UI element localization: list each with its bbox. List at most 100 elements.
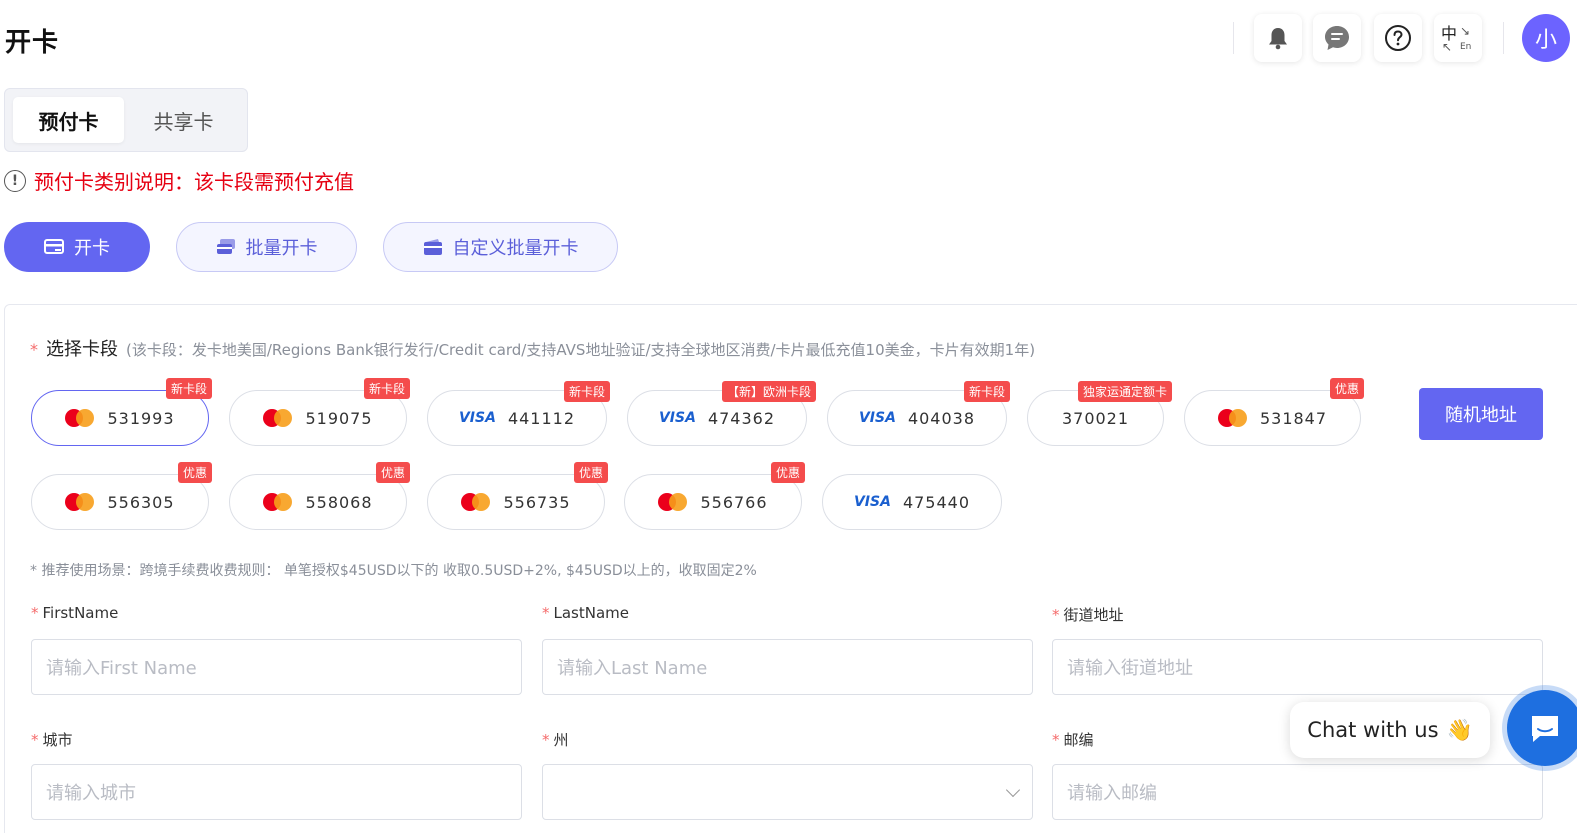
state-label-text: 州 (553, 731, 569, 749)
street-address-label: * 街道地址 (1052, 604, 1124, 625)
card-bin-option-531847[interactable]: 531847 优惠 (1184, 378, 1364, 446)
card-bin-number: 404038 (907, 408, 976, 428)
card-bin-option-556305[interactable]: 556305 优惠 (31, 462, 212, 530)
card-bin-option-474362[interactable]: VISA 474362 【新】欧洲卡段 (627, 381, 816, 446)
lang-arrow-bottom: ↖ (1442, 40, 1453, 54)
card-bin-option-556766[interactable]: 556766 优惠 (624, 462, 805, 530)
city-placeholder: 请输入城市 (46, 783, 136, 804)
custom-batch-open-card-button[interactable]: 自定义批量开卡 (383, 222, 618, 272)
mastercard-icon (65, 409, 95, 427)
card-bin-number: 474362 (707, 408, 776, 428)
visa-icon: VISA (858, 410, 896, 426)
chat-launcher-button[interactable] (1507, 690, 1577, 766)
card-bin-label: 选择卡段 (46, 339, 118, 360)
required-mark: * (31, 731, 39, 749)
card-bin-number: 531847 (1259, 408, 1328, 428)
card-bin-number: 370021 (1061, 408, 1130, 428)
card-bin-number: 556305 (107, 492, 175, 512)
first-name-label-text: FirstName (42, 604, 119, 622)
required-mark: * (31, 604, 39, 622)
card-bin-badge: 新卡段 (563, 381, 610, 402)
zip-code-label: * 邮编 (1052, 729, 1094, 750)
help-icon (1385, 25, 1411, 51)
city-label-text: 城市 (42, 731, 73, 749)
card-bin-option-475440[interactable]: VISA 475440 (822, 474, 1002, 530)
city-input[interactable]: 请输入城市 (31, 764, 522, 820)
notice-text: 预付卡类别说明：该卡段需预付充值 (34, 170, 354, 194)
card-bin-option-558068[interactable]: 558068 优惠 (229, 462, 410, 530)
open-card-label: 开卡 (74, 238, 110, 259)
open-card-button[interactable]: 开卡 (4, 222, 150, 272)
help-button[interactable] (1374, 14, 1422, 62)
required-mark: * (30, 340, 38, 359)
batch-open-card-button[interactable]: 批量开卡 (176, 222, 357, 272)
visa-icon: VISA (658, 410, 696, 426)
first-name-input[interactable]: 请输入First Name (31, 639, 522, 695)
zip-code-placeholder: 请输入邮编 (1067, 783, 1157, 804)
zip-code-label-text: 邮编 (1063, 731, 1094, 749)
avatar[interactable]: 小 (1522, 14, 1570, 62)
lang-en-glyph: En (1460, 42, 1472, 52)
card-bin-badge: 【新】欧洲卡段 (721, 381, 816, 402)
last-name-placeholder: 请输入Last Name (557, 658, 708, 679)
card-bin-badge: 优惠 (177, 462, 212, 483)
header-divider (1503, 22, 1504, 54)
message-button[interactable] (1313, 14, 1361, 62)
card-bin-badge: 新卡段 (165, 378, 212, 399)
chat-with-us-bubble[interactable]: Chat with us 👋 (1290, 702, 1490, 758)
language-icon: 中 ↘ ↖ En (1440, 20, 1476, 56)
first-name-label: * FirstName (31, 604, 118, 622)
card-bin-number: 556735 (503, 492, 571, 512)
notification-button[interactable] (1254, 14, 1302, 62)
last-name-input[interactable]: 请输入Last Name (542, 639, 1033, 695)
state-select[interactable] (542, 764, 1033, 820)
card-bin-section-label: * 选择卡段 (该卡段：发卡地美国/Regions Bank银行发行/Credi… (30, 335, 1035, 361)
required-mark: * (1052, 731, 1060, 749)
chat-icon (1532, 716, 1558, 742)
random-address-button[interactable]: 随机地址 (1419, 388, 1543, 440)
card-bin-option-370021[interactable]: 370021 独家运通定额卡 (1027, 381, 1172, 446)
card-bin-badge: 新卡段 (363, 378, 410, 399)
card-icon (44, 239, 64, 254)
mastercard-icon (65, 493, 95, 511)
last-name-label: * LastName (542, 604, 629, 622)
card-bin-number: 558068 (305, 492, 373, 512)
tab-prepaid-card[interactable]: 预付卡 (13, 97, 124, 143)
header-divider (1233, 22, 1234, 54)
card-bin-badge: 独家运通定额卡 (1077, 381, 1172, 402)
tab-shared-card[interactable]: 共享卡 (128, 97, 239, 143)
wallet-card-icon (423, 239, 442, 255)
mastercard-icon (658, 493, 688, 511)
required-mark: * (542, 731, 550, 749)
card-bin-badge: 优惠 (573, 462, 608, 483)
visa-icon: VISA (853, 494, 891, 510)
required-mark: * (1052, 606, 1060, 624)
street-address-input[interactable]: 请输入街道地址 (1052, 639, 1543, 695)
first-name-placeholder: 请输入First Name (46, 658, 197, 679)
mastercard-icon (1217, 409, 1248, 427)
card-bin-option-531993[interactable]: 531993 新卡段 (31, 378, 212, 446)
mastercard-icon (461, 493, 491, 511)
custom-batch-open-card-label: 自定义批量开卡 (452, 238, 579, 259)
info-icon: ! (4, 169, 26, 192)
card-bin-badge: 优惠 (770, 462, 805, 483)
card-bin-option-441112[interactable]: VISA 441112 新卡段 (427, 381, 610, 446)
card-bin-number: 441112 (507, 408, 576, 428)
card-bin-option-404038[interactable]: VISA 404038 新卡段 (827, 381, 1010, 446)
zip-code-input[interactable]: 请输入邮编 (1052, 764, 1543, 820)
bell-icon (1269, 28, 1287, 50)
city-label: * 城市 (31, 729, 73, 750)
card-bin-badge: 优惠 (1329, 378, 1364, 399)
street-address-placeholder: 请输入街道地址 (1067, 658, 1193, 679)
card-bin-option-519075[interactable]: 519075 新卡段 (229, 378, 410, 446)
card-bin-option-556735[interactable]: 556735 优惠 (427, 462, 608, 530)
required-mark: * (542, 604, 550, 622)
cards-stack-icon (216, 239, 235, 254)
page-title: 开卡 (5, 28, 60, 58)
language-switch-button[interactable]: 中 ↘ ↖ En (1434, 14, 1482, 62)
waving-hand-icon: 👋 (1446, 717, 1473, 742)
chat-with-us-text: Chat with us (1307, 718, 1439, 742)
lang-arrow-top: ↘ (1460, 24, 1471, 38)
batch-open-card-label: 批量开卡 (245, 238, 318, 259)
card-bin-description: (该卡段：发卡地美国/Regions Bank银行发行/Credit card/… (126, 341, 1036, 359)
